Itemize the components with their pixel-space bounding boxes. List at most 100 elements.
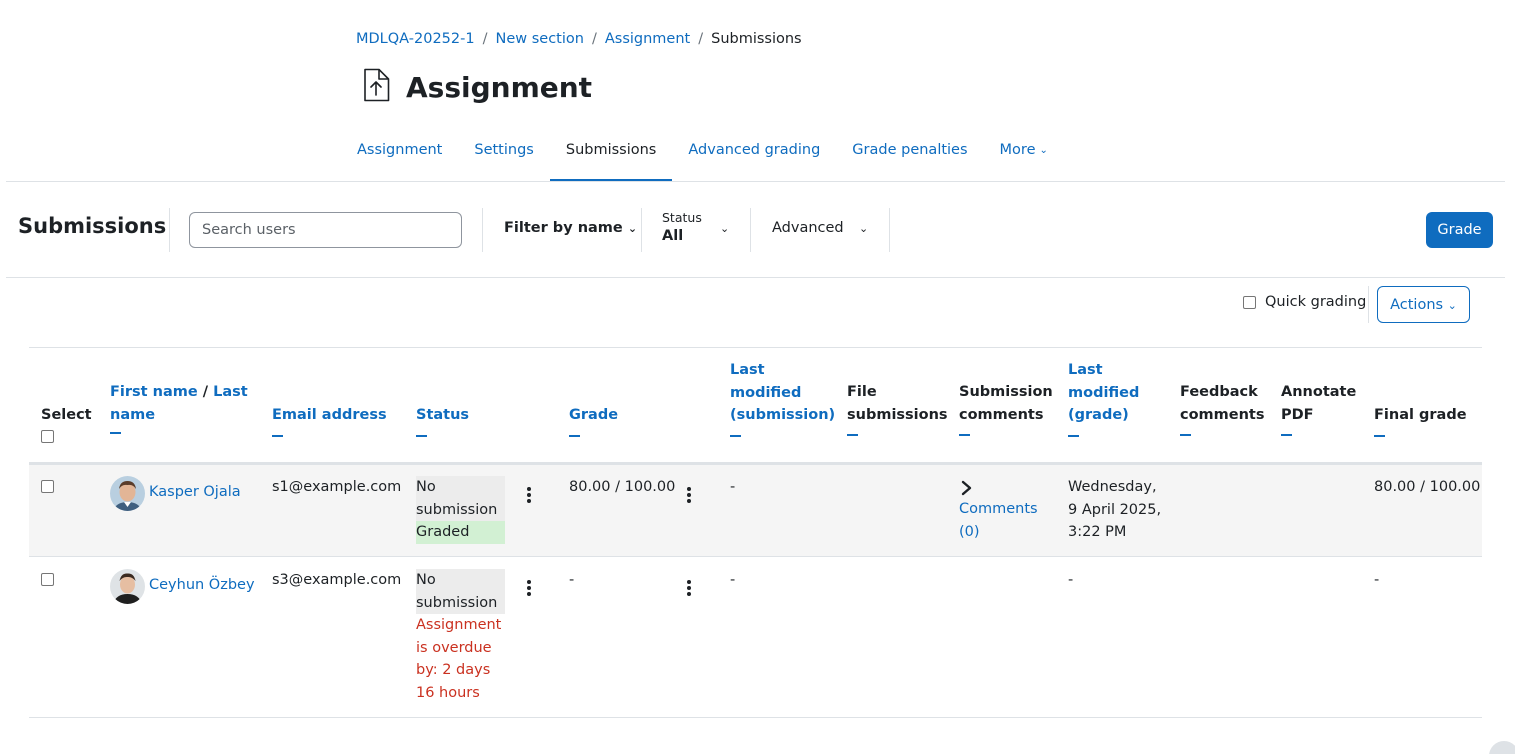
column-header-annotate-pdf: Annotate PDF [1281, 381, 1361, 436]
last-modified-submission-cell: - [730, 572, 736, 588]
submission-comments-label: Submission comments [959, 384, 1053, 423]
user-photo-icon [110, 569, 145, 604]
collapse-column-icon[interactable] [730, 434, 741, 437]
chevron-right-icon[interactable] [961, 480, 973, 496]
row-select-checkbox[interactable] [41, 573, 54, 586]
status-menu-kebab-icon[interactable] [527, 487, 531, 505]
graded-status-badge: Graded [416, 521, 505, 544]
status-cell: No submission Assignment is overdue by: … [416, 569, 508, 704]
sort-last-modified-submission-link[interactable]: Last modified (submission) [730, 362, 835, 423]
collapse-column-icon[interactable] [272, 434, 283, 437]
help-button[interactable] [1489, 741, 1515, 754]
advanced-filter-dropdown[interactable]: Advanced [772, 220, 844, 236]
column-header-name: First name / Last name [110, 381, 250, 434]
comments-link[interactable]: Comments (0) [959, 501, 1038, 540]
collapse-column-icon[interactable] [416, 434, 427, 437]
quick-grading-toggle[interactable]: Quick grading [1243, 294, 1366, 310]
assignment-upload-icon [364, 68, 390, 102]
column-header-grade: Grade [569, 404, 618, 437]
status-menu-kebab-icon[interactable] [527, 580, 531, 598]
collapse-column-icon[interactable] [110, 432, 121, 434]
feedback-comments-label: Feedback comments [1180, 384, 1265, 423]
row-select-checkbox[interactable] [41, 480, 54, 493]
collapse-column-icon[interactable] [1180, 434, 1191, 436]
collapse-column-icon[interactable] [1374, 434, 1385, 437]
table-bottom-border [29, 717, 1482, 718]
sort-first-name-link[interactable]: First name [110, 384, 198, 400]
tab-assignment[interactable]: Assignment [341, 128, 458, 182]
last-modified-grade-cell: Wednesday, 9 April 2025, 3:22 PM [1068, 479, 1162, 540]
collapse-column-icon[interactable] [959, 434, 970, 436]
column-header-submission-comments: Submission comments [959, 381, 1059, 436]
table-top-border [29, 347, 1482, 348]
grade-menu-kebab-icon[interactable] [687, 487, 691, 505]
breadcrumb-section[interactable]: New section [495, 31, 583, 47]
breadcrumb-separator: / [591, 31, 597, 47]
toolbar-divider [641, 208, 642, 252]
tab-submissions[interactable]: Submissions [549, 128, 673, 182]
grade-menu-kebab-icon[interactable] [687, 580, 691, 598]
grade-button[interactable]: Grade [1426, 212, 1493, 248]
final-grade-cell: - [1374, 572, 1380, 588]
tab-grade-penalties[interactable]: Grade penalties [836, 128, 983, 182]
comments-cell: Comments (0) [959, 476, 1044, 543]
tabs-divider [6, 181, 1505, 182]
collapse-column-icon[interactable] [1281, 434, 1292, 436]
breadcrumb-separator: / [698, 31, 704, 47]
collapse-column-icon[interactable] [1068, 434, 1079, 437]
collapse-column-icon[interactable] [847, 434, 858, 436]
column-header-email: Email address [272, 404, 387, 437]
grade-cell: 80.00 / 100.00 [569, 479, 676, 495]
email-cell: s3@example.com [272, 572, 402, 588]
file-submissions-label: File submissions [847, 384, 948, 423]
tab-settings[interactable]: Settings [458, 128, 549, 182]
collapse-column-icon[interactable] [569, 434, 580, 437]
submission-status-badge: No submission [416, 569, 505, 614]
actions-button[interactable]: Actions ⌄ [1377, 286, 1470, 323]
overdue-status-text: Assignment is overdue by: 2 days 16 hour… [416, 617, 502, 701]
breadcrumb-separator: / [482, 31, 488, 47]
quick-grading-label: Quick grading [1265, 294, 1367, 310]
user-name-link[interactable]: Kasper Ojala [149, 481, 241, 504]
email-cell: s1@example.com [272, 479, 402, 495]
help-icon [1489, 741, 1515, 754]
secondary-navigation: Assignment Settings Submissions Advanced… [341, 128, 1064, 182]
filter-by-name-label: Filter by name [504, 220, 623, 236]
advanced-filter-label: Advanced [772, 220, 844, 236]
status-cell: No submission Graded [416, 476, 505, 544]
sort-status-link[interactable]: Status [416, 407, 469, 423]
toolbar-divider [889, 208, 890, 252]
chevron-down-icon: ⌄ [1447, 298, 1457, 312]
toolbar-divider [750, 208, 751, 252]
grade-cell: - [569, 572, 575, 588]
toolbar-divider-line [6, 277, 1505, 278]
column-header-file-submissions: File submissions [847, 381, 948, 436]
name-separator: / [202, 384, 209, 400]
column-header-final-grade: Final grade [1374, 404, 1467, 437]
column-header-feedback-comments: Feedback comments [1180, 381, 1270, 436]
user-name-link[interactable]: Ceyhun Özbey [149, 574, 255, 597]
sort-last-modified-grade-link[interactable]: Last modified (grade) [1068, 362, 1139, 423]
final-grade-cell: 80.00 / 100.00 [1374, 479, 1481, 495]
status-filter-dropdown[interactable]: Status All [662, 210, 702, 244]
sort-grade-link[interactable]: Grade [569, 407, 618, 423]
breadcrumb-course[interactable]: MDLQA-20252-1 [356, 31, 475, 47]
breadcrumb-assignment[interactable]: Assignment [605, 31, 690, 47]
controls-divider [1368, 286, 1369, 323]
status-filter-value: All [662, 228, 684, 244]
search-users-input[interactable] [189, 212, 462, 248]
chevron-down-icon: ⌄ [720, 222, 730, 235]
sort-email-link[interactable]: Email address [272, 407, 387, 423]
quick-grading-checkbox[interactable] [1243, 295, 1256, 309]
tab-more[interactable]: More ⌄ [984, 128, 1064, 182]
tab-advanced-grading[interactable]: Advanced grading [672, 128, 836, 182]
select-all-checkbox[interactable] [41, 429, 54, 443]
toolbar-divider [169, 208, 170, 252]
breadcrumb-current: Submissions [711, 31, 802, 47]
filter-by-name-dropdown[interactable]: Filter by name ⌄ [504, 220, 637, 236]
avatar [110, 569, 145, 604]
column-header-last-modified-grade: Last modified (grade) [1068, 359, 1148, 437]
column-header-select: Select [41, 404, 92, 450]
chevron-down-icon: ⌄ [1039, 145, 1048, 156]
final-grade-label: Final grade [1374, 407, 1467, 423]
